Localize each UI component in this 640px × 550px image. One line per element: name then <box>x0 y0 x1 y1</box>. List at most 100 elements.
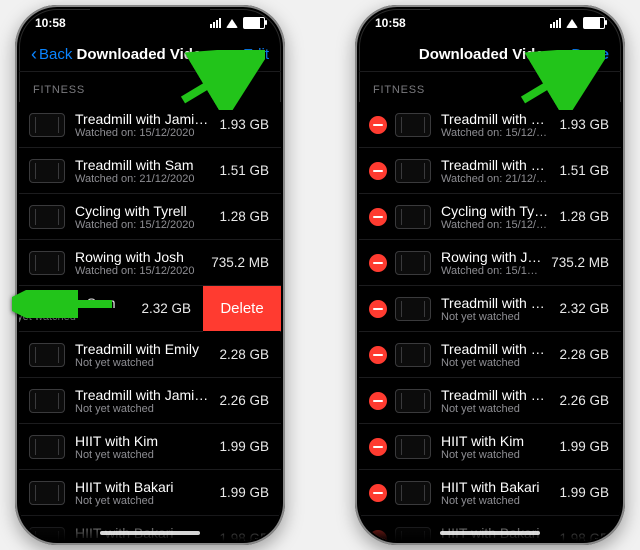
video-thumbnail-icon <box>29 343 65 367</box>
video-size: 2.32 GB <box>141 301 191 316</box>
list-item[interactable]: HIIT with BakariNot yet watched1.99 GB <box>19 470 281 516</box>
video-title: Cycling with Tyrell <box>75 203 211 219</box>
delete-button[interactable]: Delete <box>203 286 281 331</box>
video-title: Cycling with Tyrell <box>441 203 551 219</box>
delete-minus-icon[interactable] <box>369 484 387 502</box>
delete-minus-icon[interactable] <box>369 208 387 226</box>
list-item[interactable]: Rowing with JoshWatched on: 15/12/202073… <box>359 240 621 286</box>
video-size: 1.99 GB <box>559 485 609 500</box>
video-thumbnail-icon <box>395 159 431 183</box>
video-size: 1.28 GB <box>219 209 269 224</box>
back-button[interactable]: ‹ Back <box>31 45 72 63</box>
video-subtitle: Watched on: 15/12/2020 <box>75 219 211 231</box>
video-size: 2.28 GB <box>219 347 269 362</box>
video-title: Treadmill with Jamie-Ray <box>441 387 551 403</box>
video-thumbnail-icon <box>395 205 431 229</box>
video-subtitle: Not yet watched <box>75 357 211 369</box>
device-notch <box>430 9 550 31</box>
video-thumbnail-icon <box>395 481 431 505</box>
page-title: Downloaded Videos <box>72 46 223 63</box>
video-title: HIIT with Kim <box>441 433 551 449</box>
phone-left: 10:58 ‹ Back Downloaded Videos Edit FITN… <box>15 5 285 545</box>
video-subtitle: Not yet watched <box>441 449 551 461</box>
list-item[interactable]: Cycling with TyrellWatched on: 15/12/202… <box>359 194 621 240</box>
list-item[interactable]: Treadmill with Jamie-RayNot yet watched 2… <box>19 378 281 424</box>
video-thumbnail-icon <box>395 343 431 367</box>
video-subtitle: Not yet watched <box>441 311 551 323</box>
list-item[interactable]: Treadmill with SamWatched on: 21/12/2020… <box>19 148 281 194</box>
video-title: Treadmill with Jamie-Ray <box>75 387 211 403</box>
delete-minus-icon[interactable] <box>369 392 387 410</box>
home-indicator[interactable] <box>440 531 540 535</box>
video-title: Treadmill with Emily <box>441 341 551 357</box>
video-thumbnail-icon <box>29 435 65 459</box>
video-title: Treadmill with Sam <box>75 157 211 173</box>
delete-minus-icon[interactable] <box>369 438 387 456</box>
list-item[interactable]: HIIT with KimNot yet watched 1.99 GB <box>359 424 621 470</box>
video-thumbnail-icon <box>29 251 65 275</box>
list-item[interactable]: Treadmill with Jamie-RayWatched on: 15/1… <box>19 102 281 148</box>
page-title: Downloaded Videos <box>417 46 563 63</box>
video-thumbnail-icon <box>395 251 431 275</box>
list-item[interactable]: Treadmill with EmilyNot yet watched 2.28 … <box>19 332 281 378</box>
video-size: 1.99 GB <box>559 439 609 454</box>
list-item[interactable]: Treadmill with SamNot yet watched2.32 GB <box>359 286 621 332</box>
video-size: 2.26 GB <box>219 393 269 408</box>
battery-icon <box>583 17 605 29</box>
list-item[interactable]: HIIT with KimNot yet watched1.99 GB <box>19 424 281 470</box>
wifi-icon <box>566 19 578 28</box>
video-title: HIIT with Bakari <box>75 479 211 495</box>
delete-minus-icon[interactable] <box>369 300 387 318</box>
video-title: Treadmill with Emily <box>75 341 211 357</box>
cell-signal-icon <box>550 18 561 28</box>
video-thumbnail-icon <box>29 481 65 505</box>
video-list[interactable]: Treadmill with Jamie-RayWatched on: 15/1… <box>19 102 281 541</box>
device-notch <box>90 9 210 31</box>
nav-bar: Downloaded Videos Done <box>359 37 621 72</box>
edit-button[interactable]: Edit <box>223 46 269 63</box>
video-size: 2.32 GB <box>559 301 609 316</box>
video-title: Rowing with Josh <box>441 249 543 265</box>
delete-minus-icon[interactable] <box>369 254 387 272</box>
video-title: Treadmill with Sam <box>441 157 551 173</box>
list-item[interactable]: Treadmill with Jamie-RayNot yet watched2… <box>359 378 621 424</box>
phone-right: 10:58 Downloaded Videos Done FITNESS Tre… <box>355 5 625 545</box>
list-item[interactable]: Treadmill with EmilyNot yet watched2.28 … <box>359 332 621 378</box>
delete-minus-icon[interactable] <box>369 346 387 364</box>
list-item[interactable]: Rowing with JoshWatched on: 15/12/202073… <box>19 240 281 286</box>
video-subtitle: Not yet watched <box>75 449 211 461</box>
video-subtitle: Not yet watched <box>75 403 211 415</box>
video-size: 1.93 GB <box>219 117 269 132</box>
home-indicator[interactable] <box>100 531 200 535</box>
delete-minus-icon[interactable] <box>369 116 387 134</box>
list-item[interactable]: Treadmill with SamNot yet watched2.32 GB… <box>19 286 203 332</box>
video-title: Treadmill with Jamie-Ray <box>75 111 211 127</box>
video-title: HIIT with Kim <box>75 433 211 449</box>
list-item[interactable]: HIIT with BakariNot yet watched1.99 GB <box>359 470 621 516</box>
chevron-left-icon: ‹ <box>31 45 37 63</box>
video-title: Treadmill with Jamie-Ray <box>441 111 551 127</box>
nav-bar: ‹ Back Downloaded Videos Edit <box>19 37 281 72</box>
video-subtitle: Not yet watched <box>441 357 551 369</box>
list-item[interactable]: Treadmill with Jamie-RayWatched on: 15/1… <box>359 102 621 148</box>
back-label: Back <box>39 46 72 63</box>
video-thumbnail-icon <box>395 389 431 413</box>
done-button[interactable]: Done <box>563 46 609 63</box>
video-subtitle: Watched on: 21/12/2020 <box>441 173 551 185</box>
delete-minus-icon[interactable] <box>369 162 387 180</box>
video-thumbnail-icon <box>395 435 431 459</box>
list-item[interactable]: Treadmill with SamWatched on: 21/12/2020… <box>359 148 621 194</box>
list-item[interactable]: Cycling with TyrellWatched on: 15/12/202… <box>19 194 281 240</box>
video-thumbnail-icon <box>395 297 431 321</box>
video-list-edit[interactable]: Treadmill with Jamie-RayWatched on: 15/1… <box>359 102 621 541</box>
section-header: FITNESS <box>359 72 621 102</box>
video-thumbnail-icon <box>29 159 65 183</box>
video-size: 1.99 GB <box>219 485 269 500</box>
section-header: FITNESS <box>19 72 281 102</box>
video-size: 735.2 MB <box>551 255 609 270</box>
video-subtitle: Watched on: 15/12/2020 <box>75 127 211 139</box>
video-size: 1.51 GB <box>219 163 269 178</box>
status-time: 10:58 <box>375 16 406 30</box>
video-title: Rowing with Josh <box>75 249 203 265</box>
video-subtitle: Not yet watched <box>19 311 133 323</box>
